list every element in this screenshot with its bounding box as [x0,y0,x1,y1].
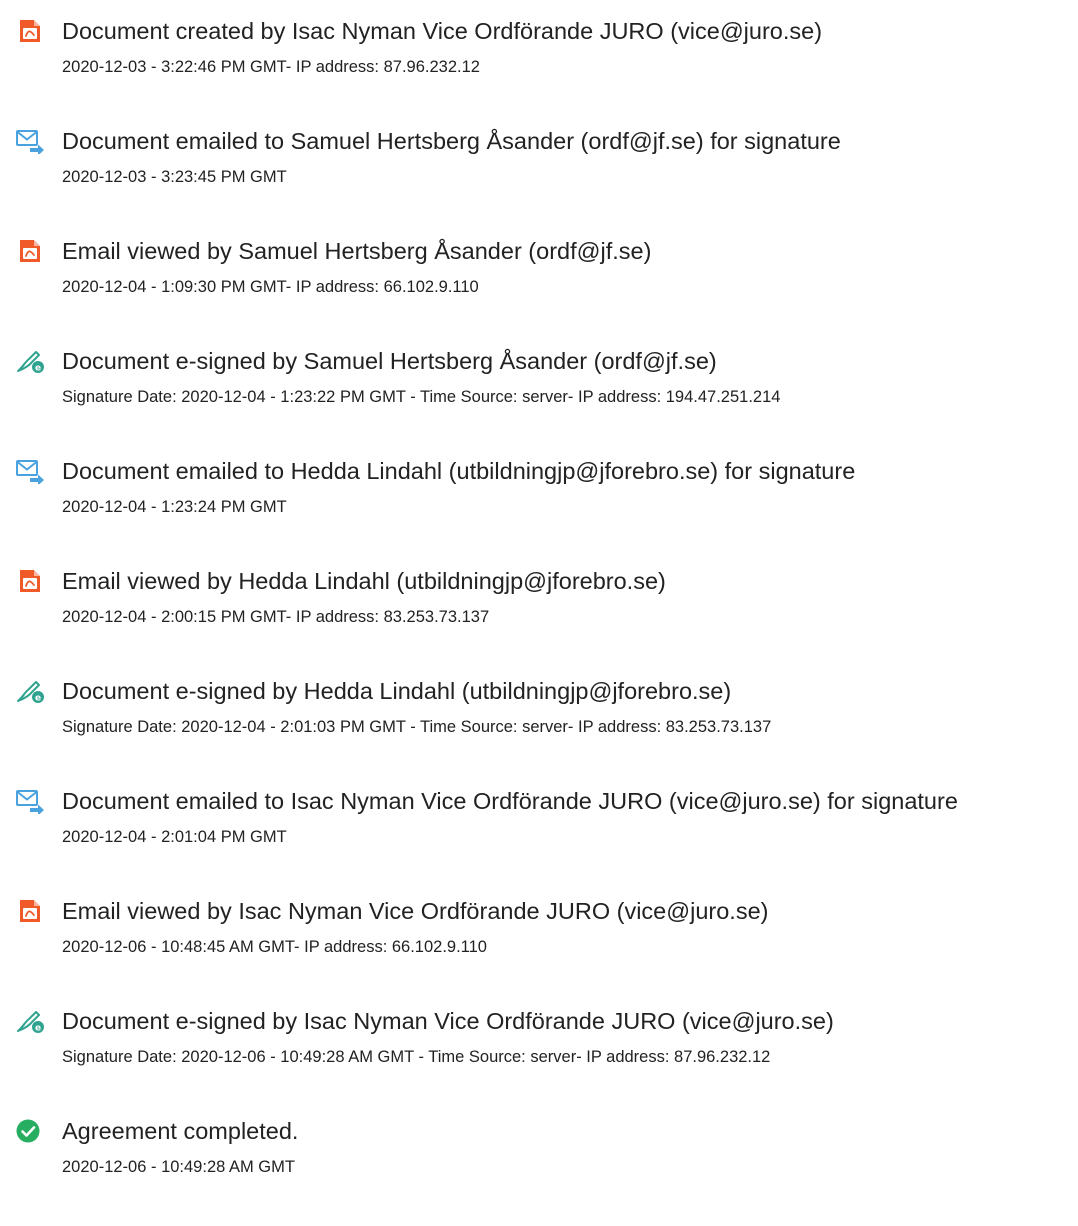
event-detail: 2020-12-04 - 2:00:15 PM GMT- IP address:… [62,608,490,626]
email-sent-icon [15,458,45,484]
event-detail: 2020-12-03 - 3:22:46 PM GMT- IP address:… [62,58,480,76]
svg-text:e: e [35,364,41,374]
event-title: Document emailed to Samuel Hertsberg Åsa… [62,128,841,154]
audit-event: e Document e-signed by Hedda Lindahl (ut… [0,674,1078,784]
event-title: Document emailed to Hedda Lindahl (utbil… [62,458,856,484]
event-detail: 2020-12-06 - 10:48:45 AM GMT- IP address… [62,938,487,956]
event-detail: 2020-12-04 - 2:01:04 PM GMT [62,828,287,846]
audit-event: e Document e-signed by Samuel Hertsberg … [0,344,1078,454]
event-title: Document e-signed by Samuel Hertsberg Ås… [62,348,717,374]
e-sign-pen-icon: e [15,678,45,704]
audit-event: Document emailed to Samuel Hertsberg Åsa… [0,124,1078,234]
e-sign-pen-icon: e [15,1008,45,1034]
acrobat-document-icon [15,898,45,924]
event-title: Document created by Isac Nyman Vice Ordf… [62,18,823,44]
event-detail: Signature Date: 2020-12-04 - 2:01:03 PM … [62,718,772,736]
svg-text:e: e [35,1024,41,1034]
event-detail: Signature Date: 2020-12-04 - 1:23:22 PM … [62,388,781,406]
audit-event-completed: Agreement completed. 2020-12-06 - 10:49:… [0,1114,1078,1224]
event-title: Document e-signed by Hedda Lindahl (utbi… [62,678,732,704]
audit-event: Document emailed to Isac Nyman Vice Ordf… [0,784,1078,894]
event-title: Email viewed by Samuel Hertsberg Åsander… [62,238,652,264]
audit-event: Document emailed to Hedda Lindahl (utbil… [0,454,1078,564]
acrobat-document-icon [15,568,45,594]
email-sent-icon [15,788,45,814]
audit-event: Email viewed by Samuel Hertsberg Åsander… [0,234,1078,344]
audit-event: e Document e-signed by Isac Nyman Vice O… [0,1004,1078,1114]
event-detail: 2020-12-03 - 3:23:45 PM GMT [62,168,287,186]
audit-event: Email viewed by Hedda Lindahl (utbildnin… [0,564,1078,674]
event-title: Document emailed to Isac Nyman Vice Ordf… [62,788,958,814]
event-detail: 2020-12-04 - 1:09:30 PM GMT- IP address:… [62,278,479,296]
acrobat-document-icon [15,18,45,44]
event-title: Email viewed by Isac Nyman Vice Ordföran… [62,898,769,924]
email-sent-icon [15,128,45,154]
event-detail: 2020-12-06 - 10:49:28 AM GMT [62,1158,295,1176]
event-title: Email viewed by Hedda Lindahl (utbildnin… [62,568,666,594]
event-detail: Signature Date: 2020-12-06 - 10:49:28 AM… [62,1048,771,1066]
event-title: Agreement completed. [62,1118,299,1144]
check-circle-icon [15,1118,45,1144]
svg-text:e: e [35,694,41,704]
event-detail: 2020-12-04 - 1:23:24 PM GMT [62,498,287,516]
audit-event: Email viewed by Isac Nyman Vice Ordföran… [0,894,1078,1004]
e-sign-pen-icon: e [15,348,45,374]
event-title: Document e-signed by Isac Nyman Vice Ord… [62,1008,834,1034]
audit-event: Document created by Isac Nyman Vice Ordf… [0,14,1078,124]
acrobat-document-icon [15,238,45,264]
